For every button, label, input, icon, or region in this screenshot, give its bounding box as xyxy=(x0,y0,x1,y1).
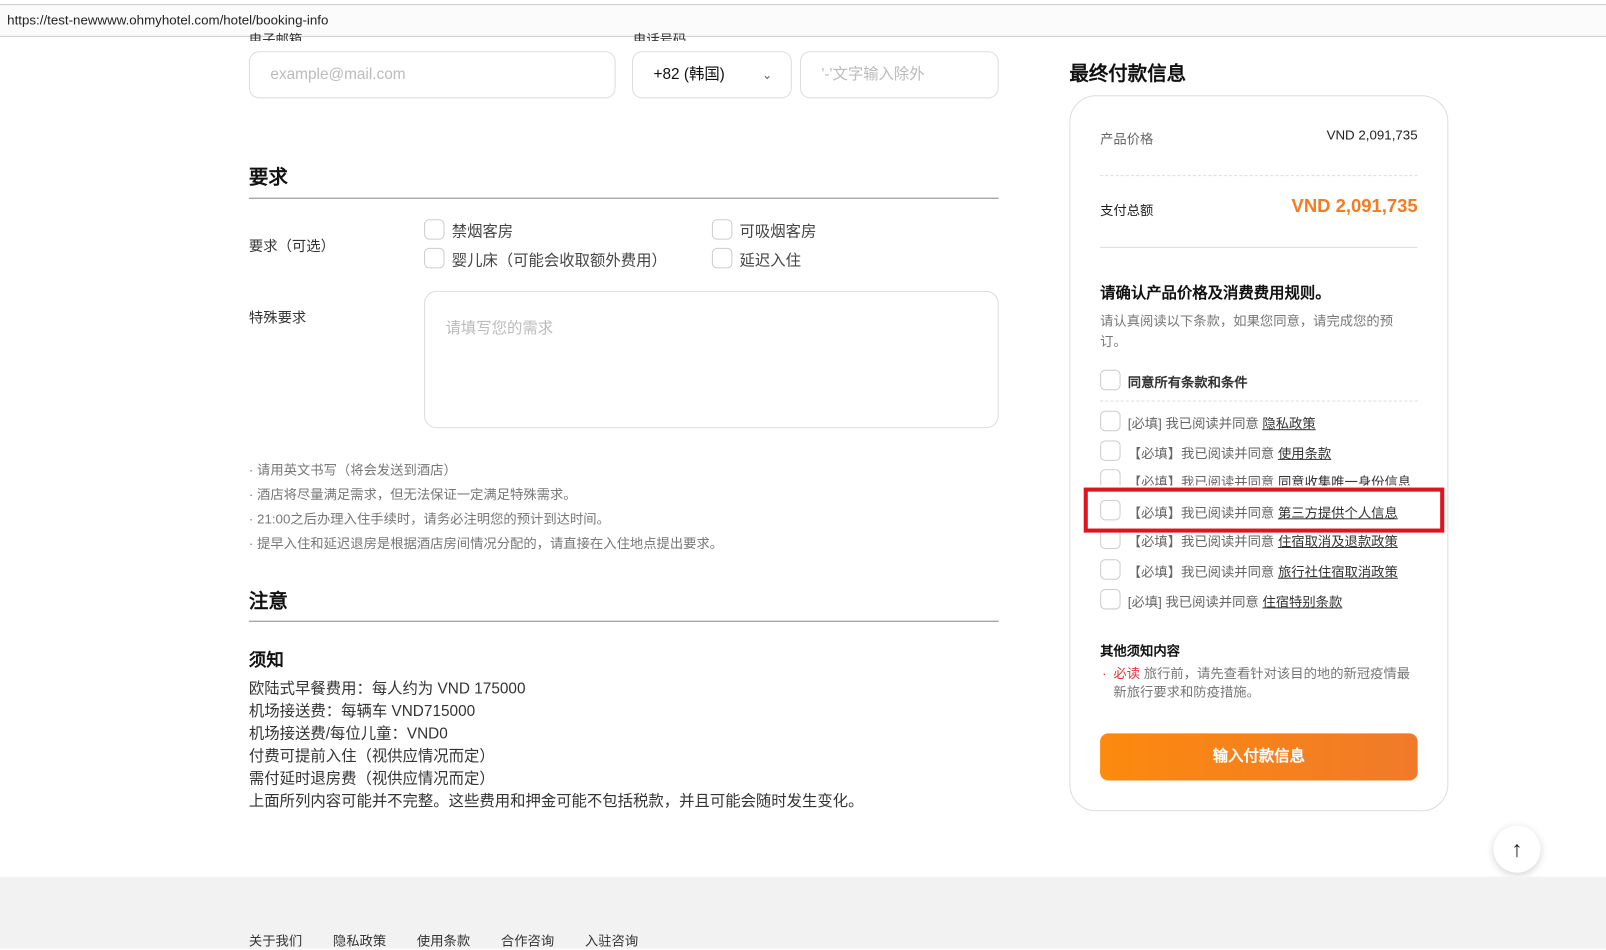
email-input[interactable]: example@mail.com xyxy=(248,51,616,99)
country-code-select[interactable]: +82 (韩国) ⌄ xyxy=(631,51,792,99)
highlight-box xyxy=(1083,487,1445,533)
checkbox[interactable] xyxy=(711,219,733,240)
email-label: 电子邮箱 xyxy=(248,31,303,41)
divider xyxy=(1100,175,1418,177)
footer-link-terms[interactable]: 使用条款 xyxy=(417,930,470,949)
other-title: 其他须知内容 xyxy=(1100,643,1181,659)
special-label: 特殊要求 xyxy=(248,309,307,326)
notice-line: 机场接送费/每位儿童：VND0 xyxy=(248,725,448,743)
divider xyxy=(248,197,999,199)
enter-payment-button[interactable]: 输入付款信息 xyxy=(1100,733,1418,781)
notice-line: 上面所列内容可能并不完整。这些费用和押金可能不包括税款，并且可能会随时发生变化。 xyxy=(248,792,864,811)
term-link[interactable]: 旅行社住宿取消政策 xyxy=(1278,564,1398,579)
total-amount: VND 2,091,735 xyxy=(1291,195,1418,217)
special-request-textarea[interactable]: 请填写您的需求 xyxy=(424,290,999,429)
divider xyxy=(1100,400,1418,402)
notice-title: 注意 xyxy=(248,591,288,613)
term-text: 【必填】我已阅读并同意 xyxy=(1127,474,1278,486)
footer: 关于我们 隐私政策 使用条款 合作咨询 入驻咨询 xyxy=(0,876,1606,949)
checkbox[interactable] xyxy=(1100,532,1121,550)
arrow-up-icon: ↑ xyxy=(1511,835,1523,862)
term-link[interactable]: 住宿特别条款 xyxy=(1262,594,1342,609)
optional-label: 要求（可选） xyxy=(248,237,335,255)
textarea-placeholder: 请填写您的需求 xyxy=(445,319,554,337)
total-label: 支付总额 xyxy=(1100,202,1154,219)
notice-subtitle: 须知 xyxy=(248,650,284,670)
divider xyxy=(248,620,999,622)
notice-line: 需付延时退房费（视供应情况而定） xyxy=(248,770,495,788)
footer-link-partnership[interactable]: 合作咨询 xyxy=(501,930,554,949)
notice-lines: 欧陆式早餐费用：每人约为 VND 175000 机场接送费：每辆车 VND715… xyxy=(249,678,864,813)
term-text: 【必填】我已阅读并同意 xyxy=(1127,533,1278,550)
phone-label: 电话号码 xyxy=(633,31,687,41)
notice-line: 欧陆式早餐费用：每人约为 VND 175000 xyxy=(248,680,526,698)
country-code-value: +82 (韩国) xyxy=(653,65,725,83)
note: · 提早入住和延迟退房是根据酒店房间情况分配的，请直接在入住地点提出要求。 xyxy=(248,535,724,552)
checkbox[interactable] xyxy=(711,247,733,269)
other-text: 旅行前，请先查看针对该目的地的新冠疫情最新旅行要求和防疫措施。 xyxy=(1113,665,1411,700)
term-text: [必填] 我已阅读并同意 xyxy=(1127,415,1263,432)
term-cancel-refund[interactable]: 【必填】我已阅读并同意 住宿取消及退款政策 xyxy=(1100,532,1428,550)
note: · 21:00之后办理入住手续时，请务必注明您的预计到达时间。 xyxy=(248,511,610,527)
term-text: [必填] 我已阅读并同意 xyxy=(1127,594,1263,610)
product-price-label: 产品价格 xyxy=(1100,131,1154,147)
checkbox[interactable] xyxy=(424,219,445,240)
term-link[interactable]: 同意收集唯一身份信息 xyxy=(1278,474,1411,485)
notice-line: 付费可提前入住（视供应情况而定） xyxy=(248,747,495,766)
term-unique-id[interactable]: 【必填】我已阅读并同意 同意收集唯一身份信息 xyxy=(1100,469,1428,486)
term-link[interactable]: 住宿取消及退款政策 xyxy=(1278,534,1398,549)
note: · 酒店将尽量满足需求，但无法保证一定满足特殊需求。 xyxy=(248,486,577,502)
term-link[interactable]: 隐私政策 xyxy=(1262,416,1315,431)
term-text: 【必填】我已阅读并同意 xyxy=(1127,445,1278,461)
term-text: 【必填】我已阅读并同意 xyxy=(1127,564,1278,580)
checkbox[interactable] xyxy=(424,247,445,269)
divider xyxy=(1100,246,1418,248)
checkbox[interactable] xyxy=(1100,410,1121,432)
product-price: VND 2,091,735 xyxy=(1326,127,1418,143)
payment-title: 最终付款信息 xyxy=(1069,63,1187,86)
footer-link-privacy[interactable]: 隐私政策 xyxy=(333,930,386,949)
url-text: https://test-newwww.ohmyhotel.com/hotel/… xyxy=(7,12,329,28)
confirm-desc: 请认真阅读以下条款，如果您同意，请完成您的预订。 xyxy=(1100,313,1394,350)
checkbox[interactable] xyxy=(1100,469,1121,486)
chevron-down-icon: ⌄ xyxy=(762,67,773,82)
footer-link-about[interactable]: 关于我们 xyxy=(249,930,302,949)
scroll-to-top-button[interactable]: ↑ xyxy=(1493,825,1541,873)
checkbox[interactable] xyxy=(1100,440,1121,461)
footer-link-onboarding[interactable]: 入驻咨询 xyxy=(585,930,638,949)
requests-title: 要求 xyxy=(248,166,288,189)
must-read-tag: 必读 xyxy=(1113,665,1141,682)
checkbox[interactable] xyxy=(1100,559,1121,580)
notice-line: 机场接送费：每辆车 VND715000 xyxy=(248,702,476,721)
note: · 请用英文书写（将会发送到酒店） xyxy=(248,461,457,478)
term-link[interactable]: 使用条款 xyxy=(1278,446,1331,461)
confirm-title: 请确认产品价格及消费费用规则。 xyxy=(1100,284,1331,303)
phone-input[interactable]: '-'文字输入除外 xyxy=(799,51,999,99)
other-notice: · 必读 旅行前，请先查看针对该目的地的新冠疫情最新旅行要求和防疫措施。 xyxy=(1102,665,1411,700)
checkbox[interactable] xyxy=(1100,369,1121,391)
address-bar[interactable]: https://test-newwww.ohmyhotel.com/hotel/… xyxy=(0,4,1606,37)
checkbox[interactable] xyxy=(1100,588,1121,610)
